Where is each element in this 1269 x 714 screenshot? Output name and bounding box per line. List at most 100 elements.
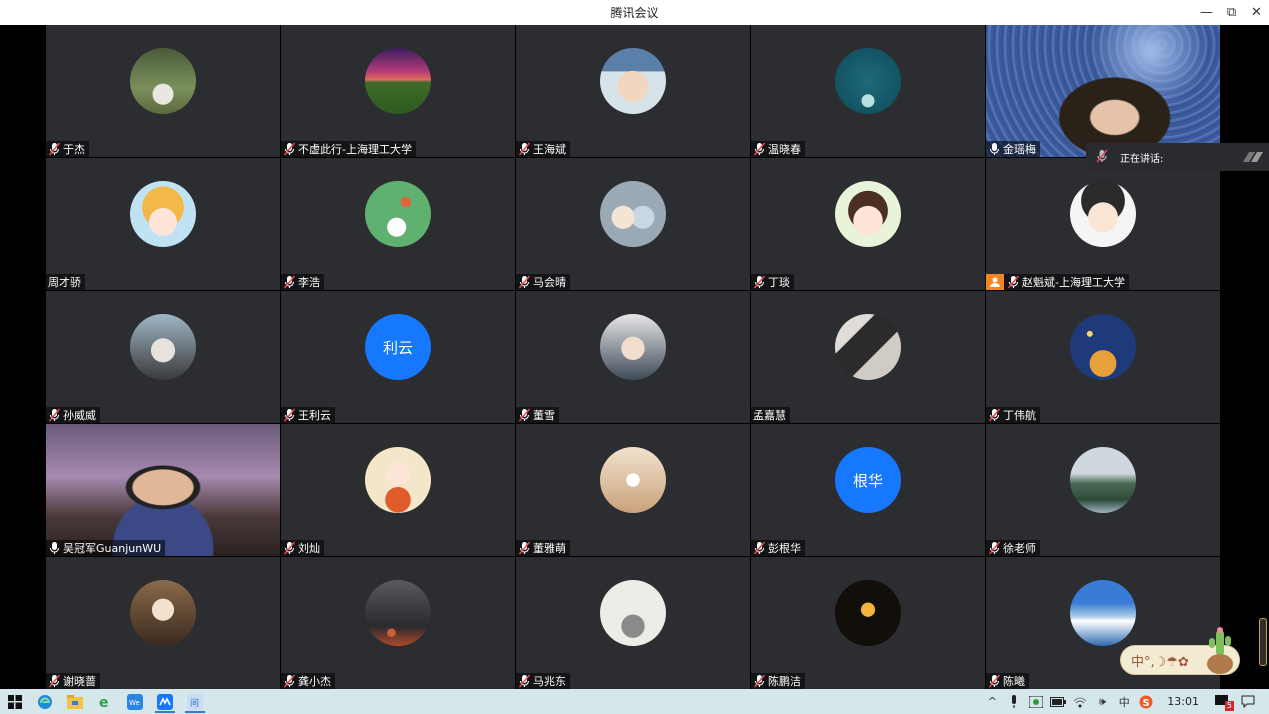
participant-tile[interactable]: 丁琰 <box>751 158 985 290</box>
mic-muted-icon <box>48 674 61 688</box>
participant-tile[interactable]: 金瑶梅 <box>986 25 1220 157</box>
participant-nametag: 彭根华 <box>751 540 805 556</box>
notification-count: 5 <box>1224 701 1234 711</box>
participant-name: 不虚此行-上海理工大学 <box>298 143 412 156</box>
participant-tile[interactable]: 丁伟航 <box>986 291 1220 423</box>
tencent-meeting-icon[interactable] <box>150 689 180 714</box>
tray-app-icon[interactable] <box>1027 689 1045 714</box>
avatar: 利云 <box>365 314 431 380</box>
participant-nametag: 马会晴 <box>516 274 570 290</box>
minimize-button[interactable]: — <box>1194 0 1219 25</box>
participant-name: 刘灿 <box>298 542 320 555</box>
mic-on-icon <box>988 142 1001 156</box>
participant-tile[interactable]: 周才骄 <box>46 158 280 290</box>
ime-language-indicator[interactable]: 中 <box>1115 689 1133 714</box>
system-clock[interactable]: 13:01 <box>1167 695 1199 708</box>
avatar-initials: 根华 <box>852 471 883 490</box>
participant-tile[interactable]: 谢晓蔷 <box>46 557 280 689</box>
taskbar: e We 问 ^ 🕪 中 S 13:01 5 <box>0 689 1269 714</box>
close-button[interactable]: ✕ <box>1244 0 1269 25</box>
tray-expand-chevron[interactable]: ^ <box>983 689 1001 714</box>
mic-muted-icon <box>283 541 296 555</box>
participant-name: 龚小杰 <box>298 675 331 688</box>
volume-icon[interactable]: 🕪 <box>1093 689 1111 714</box>
participant-tile[interactable]: 温晓春 <box>751 25 985 157</box>
participant-name: 赵魁斌-上海理工大学 <box>1022 276 1125 289</box>
participant-nametag: 龚小杰 <box>281 673 335 689</box>
avatar <box>600 580 666 646</box>
participant-nametag: 丁伟航 <box>986 407 1040 423</box>
mic-muted-icon <box>518 275 531 289</box>
mic-muted-icon <box>518 408 531 422</box>
participant-name: 董雅萌 <box>533 542 566 555</box>
file-explorer-icon[interactable] <box>60 689 90 714</box>
participant-tile[interactable]: 马兆东 <box>516 557 750 689</box>
wecom-icon[interactable]: We <box>120 689 150 714</box>
participant-tile[interactable]: 根华彭根华 <box>751 424 985 556</box>
ie-browser-icon[interactable]: e <box>90 689 120 714</box>
blue-app-icon[interactable]: 问 <box>180 689 210 714</box>
participant-tile[interactable]: 李浩 <box>281 158 515 290</box>
participant-nametag: 徐老师 <box>986 540 1040 556</box>
participant-nametag: 刘灿 <box>281 540 324 556</box>
sogou-ime-icon[interactable]: S <box>1137 689 1155 714</box>
participant-tile[interactable]: 王海斌 <box>516 25 750 157</box>
participant-name: 彭根华 <box>768 542 801 555</box>
wifi-icon[interactable] <box>1071 689 1089 714</box>
participant-tile[interactable]: 龚小杰 <box>281 557 515 689</box>
avatar: 根华 <box>835 447 901 513</box>
battery-icon[interactable] <box>1049 689 1067 714</box>
speaking-indicator: 正在讲话: <box>1086 143 1269 171</box>
windows-start-icon[interactable] <box>0 689 30 714</box>
participant-nametag: 不虚此行-上海理工大学 <box>281 141 416 157</box>
participant-name: 温晓春 <box>768 143 801 156</box>
participant-grid: 于杰 不虚此行-上海理工大学 王海斌 温晓春 金瑶梅周才骄 李浩 马会晴 丁琰 赵魁斌-上海理工… <box>46 25 1222 689</box>
participant-name: 于杰 <box>63 143 85 156</box>
svg-text:e: e <box>99 695 109 710</box>
participant-tile[interactable]: 利云 王利云 <box>281 291 515 423</box>
cactus-pot-icon <box>1207 627 1233 674</box>
mic-muted-icon <box>753 275 766 289</box>
avatar <box>835 181 901 247</box>
participant-tile[interactable]: 于杰 <box>46 25 280 157</box>
avatar <box>835 48 901 114</box>
mic-muted-icon <box>988 674 1001 688</box>
participant-tile[interactable]: 孙威威 <box>46 291 280 423</box>
mic-muted-icon <box>48 408 61 422</box>
restore-button[interactable]: ⧉ <box>1219 0 1244 25</box>
participant-nametag: 陈鹏洁 <box>751 673 805 689</box>
participant-tile[interactable]: 不虚此行-上海理工大学 <box>281 25 515 157</box>
window-title: 腾讯会议 <box>610 6 659 20</box>
action-center-icon[interactable] <box>1239 689 1257 714</box>
participant-tile[interactable]: 董雪 <box>516 291 750 423</box>
side-scroll-handle[interactable] <box>1259 618 1267 666</box>
avatar <box>835 580 901 646</box>
participant-tile[interactable]: 董雅萌 <box>516 424 750 556</box>
participant-tile[interactable]: 赵魁斌-上海理工大学 <box>986 158 1220 290</box>
participant-name: 董雪 <box>533 409 555 422</box>
avatar <box>365 580 431 646</box>
mic-on-icon <box>48 541 61 555</box>
microphone-icon[interactable] <box>1005 689 1023 714</box>
expand-icon[interactable] <box>1241 150 1265 164</box>
participant-name: 孟嘉慧 <box>753 409 786 422</box>
participant-tile[interactable]: 马会晴 <box>516 158 750 290</box>
participant-tile[interactable]: 陈鹏洁 <box>751 557 985 689</box>
avatar <box>1070 580 1136 646</box>
mic-muted-icon <box>283 408 296 422</box>
avatar <box>130 48 196 114</box>
notification-badge-icon[interactable]: 5 <box>1213 689 1235 714</box>
participant-tile[interactable]: 孟嘉慧 <box>751 291 985 423</box>
edge-browser-icon[interactable] <box>30 689 60 714</box>
mic-muted-icon <box>1096 149 1108 166</box>
title-bar: 腾讯会议 — ⧉ ✕ <box>0 0 1269 25</box>
participant-tile[interactable]: 吴冠军GuanjunWU <box>46 424 280 556</box>
avatar <box>1070 314 1136 380</box>
ime-toolbar[interactable]: 中°,☽☂✿ <box>1120 627 1240 675</box>
mic-muted-icon <box>283 674 296 688</box>
participant-name: 马会晴 <box>533 276 566 289</box>
participant-tile[interactable]: 徐老师 <box>986 424 1220 556</box>
participant-name: 谢晓蔷 <box>63 675 96 688</box>
avatar <box>600 181 666 247</box>
participant-tile[interactable]: 刘灿 <box>281 424 515 556</box>
